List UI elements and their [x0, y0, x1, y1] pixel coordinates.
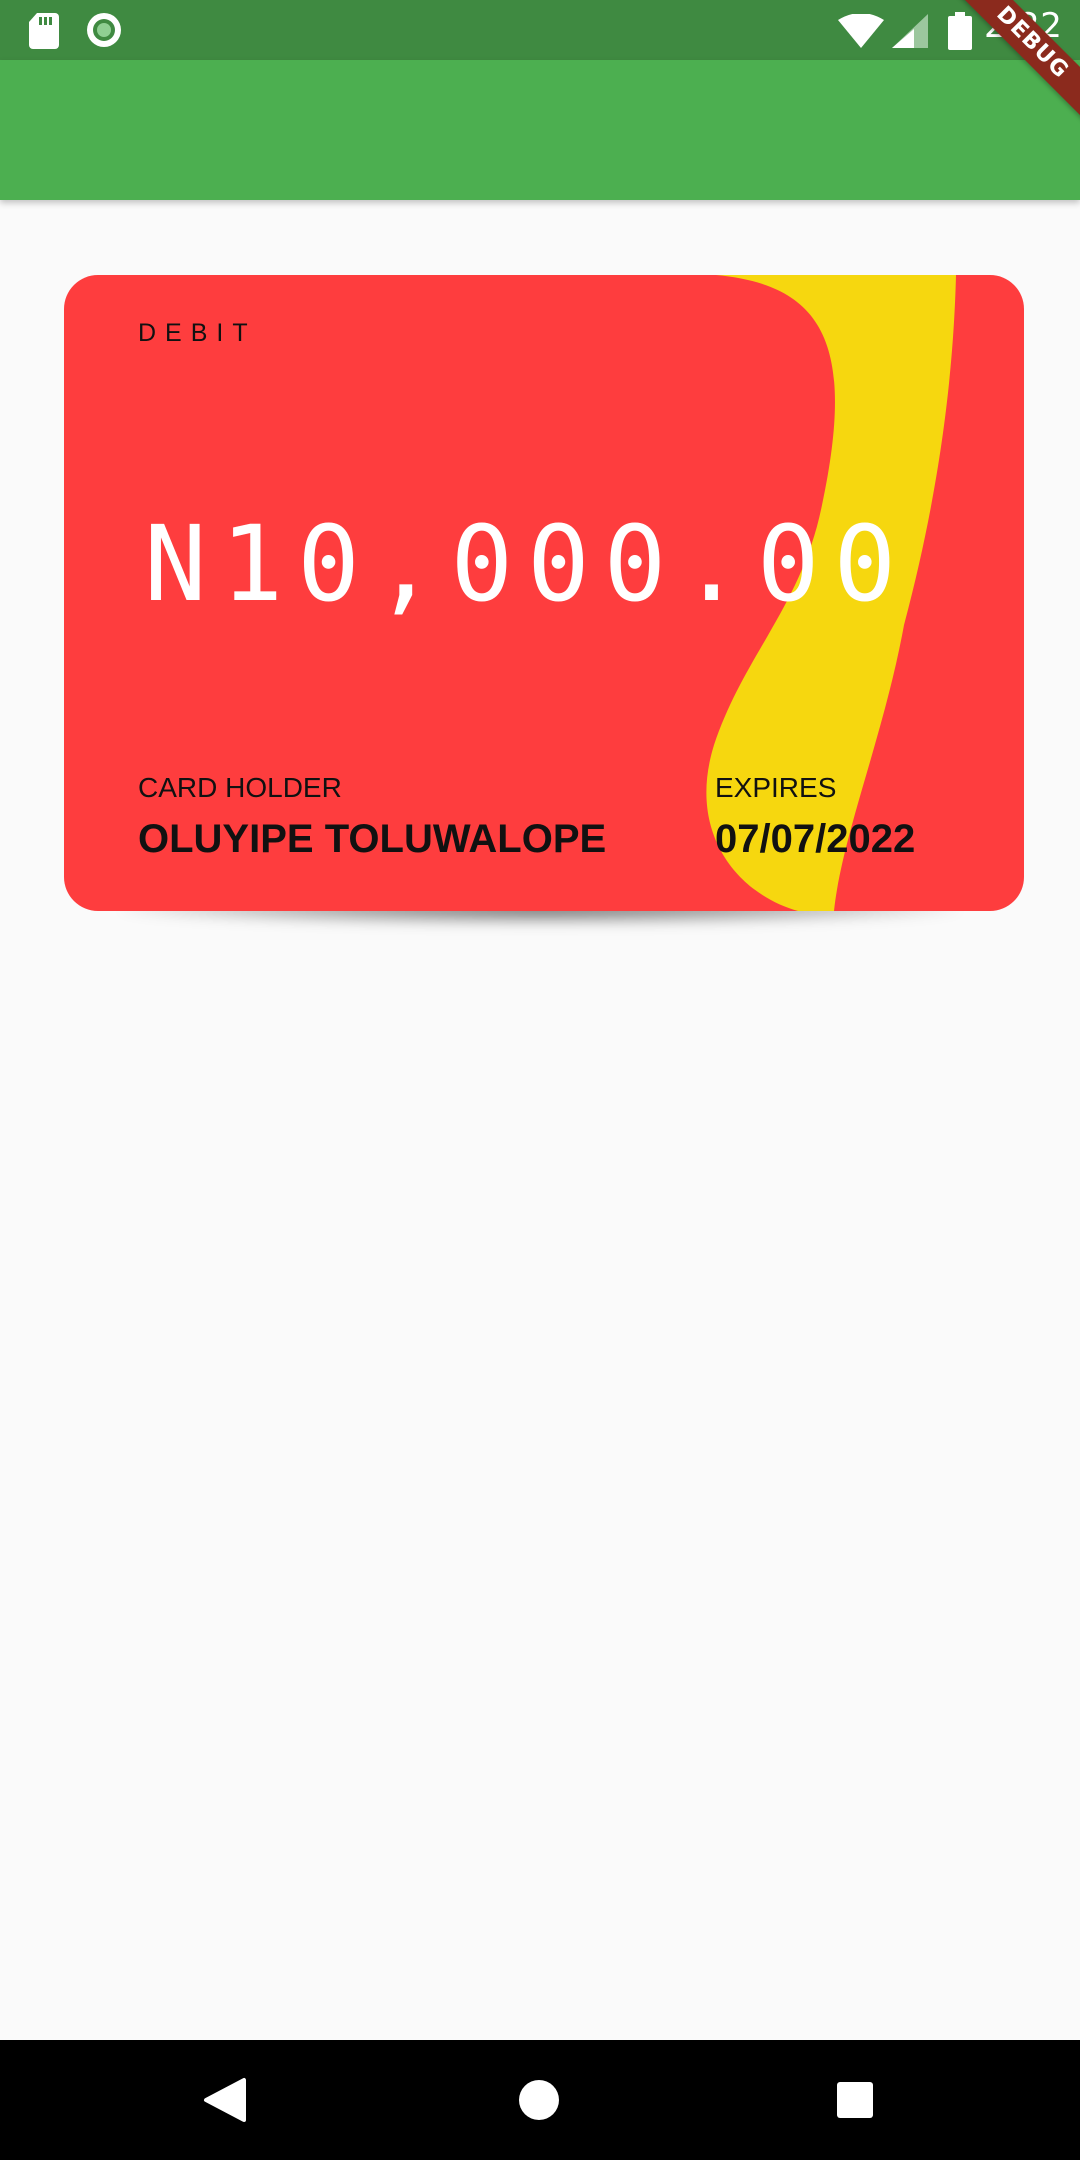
card-holder-name: OLUYIPE TOLUWALOPE	[138, 817, 607, 861]
sd-card-icon	[28, 13, 60, 53]
card-holder-label: CARD HOLDER	[138, 772, 342, 803]
expires-date: 07/07/2022	[715, 817, 916, 861]
navigation-bar	[0, 2040, 1080, 2160]
card-balance: N10,000.00	[144, 503, 911, 625]
sync-icon	[85, 11, 123, 53]
card-type-label: DEBIT	[138, 319, 257, 347]
status-bar: 2:22	[0, 0, 1080, 60]
home-icon	[519, 2080, 559, 2120]
debit-card[interactable]: DEBIT N10,000.00 CARD HOLDER OLUYIPE TOL…	[64, 275, 1024, 911]
back-button[interactable]	[166, 2040, 286, 2160]
home-button[interactable]	[479, 2040, 599, 2160]
wifi-icon	[838, 13, 884, 52]
back-icon	[204, 2078, 246, 2122]
recents-button[interactable]	[795, 2040, 915, 2160]
expires-label: EXPIRES	[715, 772, 837, 803]
battery-icon	[948, 12, 972, 54]
app-bar	[0, 60, 1080, 200]
signal-icon	[892, 14, 928, 52]
recents-icon	[837, 2082, 873, 2118]
